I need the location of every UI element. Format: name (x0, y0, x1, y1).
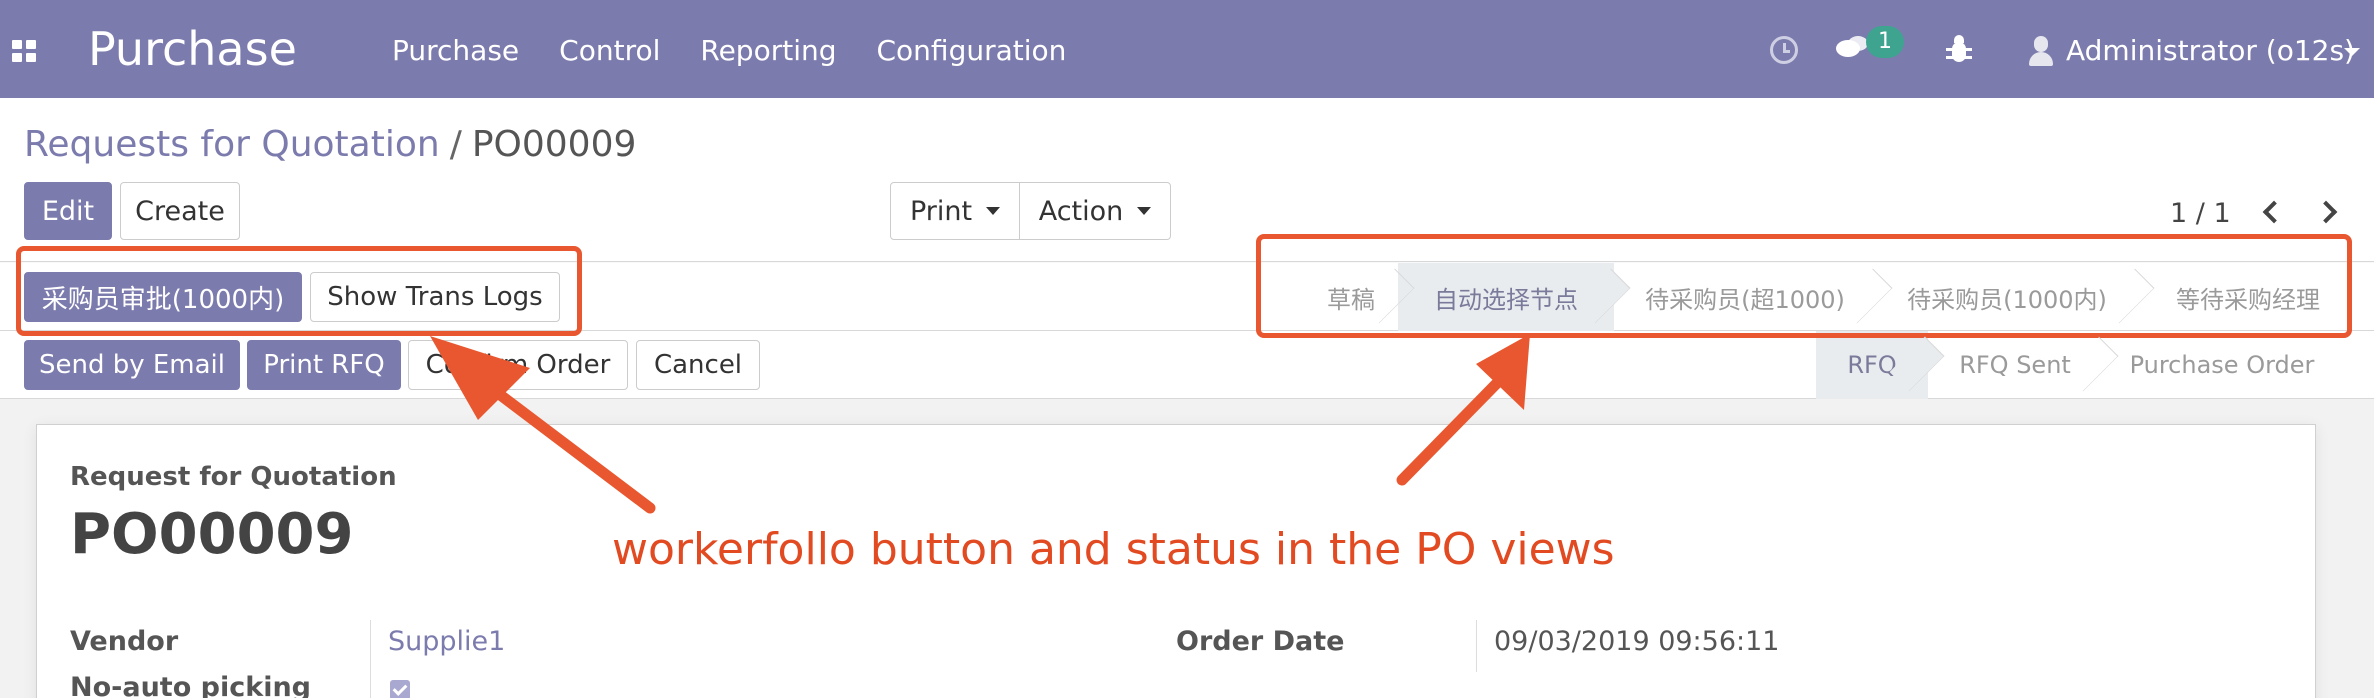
pager-previous-icon[interactable] (2262, 200, 2286, 224)
pager-next-icon[interactable] (2314, 200, 2338, 224)
pager-value[interactable]: 1 / 1 (2170, 198, 2231, 229)
state-label: RFQ Sent (1959, 351, 2071, 379)
menu-item-configuration[interactable]: Configuration (877, 34, 1067, 67)
create-button[interactable]: Create (120, 182, 240, 240)
vendor-label: Vendor (70, 626, 179, 657)
po-state-rfq-sent[interactable]: RFQ Sent (1928, 331, 2119, 399)
po-state-rfq[interactable]: RFQ (1816, 331, 1945, 399)
user-menu[interactable]: Administrator (o12s) (2066, 34, 2355, 67)
po-number-title: PO00009 (70, 502, 354, 567)
po-statusbar: RFQ RFQ Sent Purchase Order (1816, 331, 2342, 399)
chevron-down-icon (1137, 207, 1152, 215)
annotation-caption: workerfollo button and status in the PO … (612, 524, 1615, 575)
print-label: Print (909, 195, 973, 227)
breadcrumb-separator: / (449, 124, 462, 165)
no-auto-picking-checkbox[interactable] (390, 680, 410, 698)
user-avatar-icon[interactable] (2028, 36, 2054, 66)
no-auto-picking-label: No-auto picking (70, 672, 311, 698)
chevron-down-icon (986, 207, 1001, 215)
menu-item-reporting[interactable]: Reporting (700, 34, 836, 67)
activity-clock-icon[interactable] (1770, 36, 1798, 64)
breadcrumb-parent[interactable]: Requests for Quotation (24, 124, 440, 165)
cancel-button[interactable]: Cancel (636, 340, 760, 390)
vendor-link[interactable]: Supplie1 (388, 626, 505, 657)
messages-icon[interactable] (1836, 36, 1868, 62)
state-label: Purchase Order (2129, 351, 2315, 379)
menu-item-control[interactable]: Control (559, 34, 660, 67)
order-date-label: Order Date (1176, 626, 1345, 657)
state-label: RFQ (1847, 351, 1897, 379)
po-header: Send by Email Print RFQ Confirm Order Ca… (0, 331, 2374, 399)
menu-item-purchase[interactable]: Purchase (392, 34, 519, 67)
main-menu: Purchase Control Reporting Configuration (392, 34, 1066, 67)
annotation-box-status (1256, 234, 2352, 338)
order-date-value: 09/03/2019 09:56:11 (1494, 626, 1780, 657)
sheet-label: Request for Quotation (70, 462, 397, 492)
apps-menu-icon[interactable] (12, 40, 36, 62)
breadcrumb: Requests for Quotation / PO00009 (24, 124, 636, 165)
breadcrumb-current: PO00009 (471, 124, 637, 165)
annotation-box-buttons (16, 246, 582, 336)
user-menu-caret-icon[interactable] (2344, 48, 2360, 56)
po-state-purchase-order[interactable]: Purchase Order (2102, 331, 2342, 399)
debug-bug-icon[interactable] (1946, 34, 1972, 64)
action-dropdown[interactable]: Action (1019, 182, 1171, 240)
action-label: Action (1038, 195, 1124, 227)
print-dropdown[interactable]: Print (890, 182, 1020, 240)
app-brand[interactable]: Purchase (88, 22, 297, 76)
confirm-order-button[interactable]: Confirm Order (408, 340, 628, 390)
message-count-badge: 1 (1866, 26, 1904, 58)
field-divider (370, 620, 371, 698)
field-divider (1476, 620, 1477, 672)
top-navbar: Purchase Purchase Control Reporting Conf… (0, 0, 2374, 98)
send-by-email-button[interactable]: Send by Email (24, 340, 240, 390)
edit-button[interactable]: Edit (24, 182, 112, 240)
print-rfq-button[interactable]: Print RFQ (247, 340, 401, 390)
